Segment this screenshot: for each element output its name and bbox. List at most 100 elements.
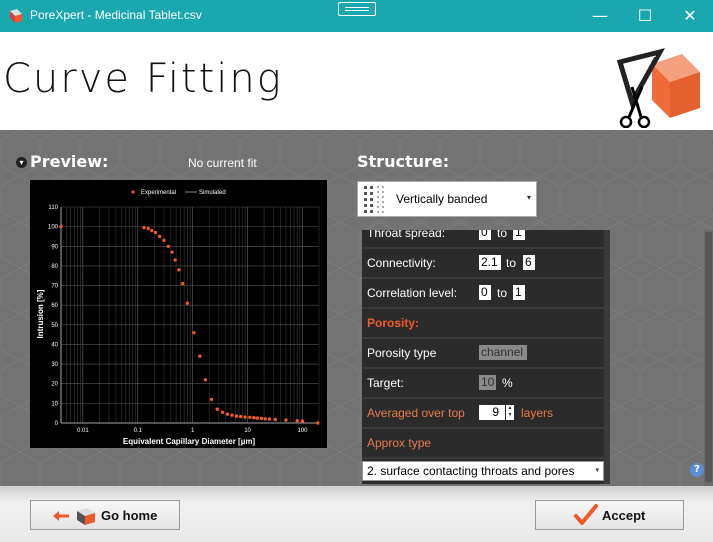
y-tick-label: 60 [51,303,58,309]
panel-scrollbar[interactable] [704,230,713,486]
chart-svg: 01020304050607080901001100.01 0.1 1 10 100 E… [36,190,320,446]
data-point [203,378,208,382]
y-tick-label: 90 [51,244,58,250]
data-point [248,415,252,420]
structure-label: Structure: [357,152,450,171]
minimize-button[interactable]: — [577,0,623,32]
page-header: Curve Fitting [0,32,713,130]
correlation-row: Correlation level: 0 to 1 [362,279,604,307]
structure-selected-value: Vertically banded [396,192,488,206]
data-point [220,410,225,414]
chart-ticks: 01020304050607080901001100.01 0.1 1 10 100 [48,205,308,434]
data-point [267,417,272,421]
averaged-unit: layers [521,406,554,420]
data-point [173,258,177,262]
data-point [259,416,264,421]
x-tick-label: 0.1 [134,428,143,434]
approx-type-value: 2. surface contacting throats and pores [367,464,575,478]
drag-handle[interactable] [338,2,376,16]
page-title: Curve Fitting [3,56,283,102]
legend-simulated: Simulated [199,190,226,196]
porosity-heading-row: Porosity: [362,309,604,337]
approx-type-row: Approx type [362,429,604,457]
data-point [209,397,214,402]
approx-type-label: Approx type [367,436,432,450]
porexpert-logo-icon [616,48,700,128]
y-tick-label: 70 [51,284,58,290]
title-bar: PoreXpert - Medicinal Tablet.csv — ☐ ✕ [0,0,713,32]
data-point [243,415,247,419]
x-tick-label: 0.01 [77,428,89,434]
go-home-button[interactable]: Go home [30,500,180,530]
data-point [225,412,230,416]
target-label: Target: [367,376,404,390]
averaged-row: Averaged over top 9 ▴ ▾ layers [362,399,604,427]
target-unit: % [502,376,513,390]
data-point [146,226,150,231]
vertically-banded-icon [364,186,384,213]
throat-spread-from-input[interactable]: 0 [479,230,491,240]
data-point [153,230,158,235]
y-tick-label: 20 [51,382,58,388]
connectivity-row: Connectivity: 2.1 to 6 [362,249,604,277]
data-point [59,224,63,229]
data-point [316,421,320,425]
collapse-preview-icon[interactable]: ▾ [16,157,27,168]
chart-legend: Experimental Simulated [131,190,226,196]
main-content: ▾ Preview: No current fit 0 10 20 30 40 50 60 7… [0,130,713,486]
data-point [192,330,196,335]
data-point [295,418,299,423]
structure-select[interactable]: Vertically banded ▾ [357,181,537,217]
x-tick-label: 100 [297,428,308,434]
throat-spread-to-input[interactable]: 1 [513,230,525,240]
x-axis-label: Equivalent Capillary Diameter [µm] [123,437,256,446]
legend-experimental: Experimental [141,190,176,196]
help-icon[interactable]: ? [690,463,704,477]
data-point [273,417,278,422]
y-tick-label: 40 [51,342,58,348]
close-button[interactable]: ✕ [667,0,713,32]
data-point [170,250,174,254]
accept-label: Accept [602,508,646,523]
y-tick-label: 80 [51,264,58,270]
data-point [239,414,243,419]
accept-button[interactable]: Accept [535,500,684,530]
home-arrow-icon [53,508,95,525]
go-home-label: Go home [101,508,158,523]
data-point [157,234,162,239]
data-point [215,407,219,411]
footer-bar: Go home Accept [0,486,713,542]
x-tick-label: 10 [244,428,251,434]
approx-type-select[interactable]: 2. surface contacting throats and pores … [362,461,604,481]
parameters-panel: Throat spread: 0 to 1 Connectivity: 2.1 … [362,230,610,484]
throat-spread-to-label: to [497,230,508,240]
connectivity-to-label: to [506,256,517,270]
target-row: Target: 10 % [362,369,604,397]
data-point [150,228,154,233]
y-tick-label: 30 [51,362,58,368]
stepper-arrows-icon[interactable]: ▴ ▾ [506,405,514,420]
chart-grid [60,206,320,424]
data-point [181,281,185,286]
preview-label: Preview: [30,152,109,171]
maximize-button[interactable]: ☐ [622,0,668,32]
y-tick-label: 0 [55,421,59,427]
y-axis-label: Intrusion [%] [36,289,45,338]
averaged-layers-stepper[interactable]: 9 [479,405,505,420]
window-title: PoreXpert - Medicinal Tablet.csv [30,8,202,22]
data-point [252,415,256,420]
data-point [177,268,181,272]
connectivity-to-input[interactable]: 6 [523,255,535,270]
throat-spread-row: Throat spread: 0 to 1 [362,230,604,247]
target-value: 10 [479,375,496,390]
chevron-down-icon: ▾ [526,193,531,202]
y-tick-label: 110 [48,205,58,211]
data-point [166,244,170,248]
correlation-to-input[interactable]: 1 [513,285,525,300]
data-point [230,413,234,417]
data-point [234,414,239,418]
connectivity-from-input[interactable]: 2.1 [479,255,501,270]
correlation-from-input[interactable]: 0 [479,285,491,300]
scrollbar-thumb[interactable] [705,232,712,482]
y-tick-label: 10 [51,401,58,407]
